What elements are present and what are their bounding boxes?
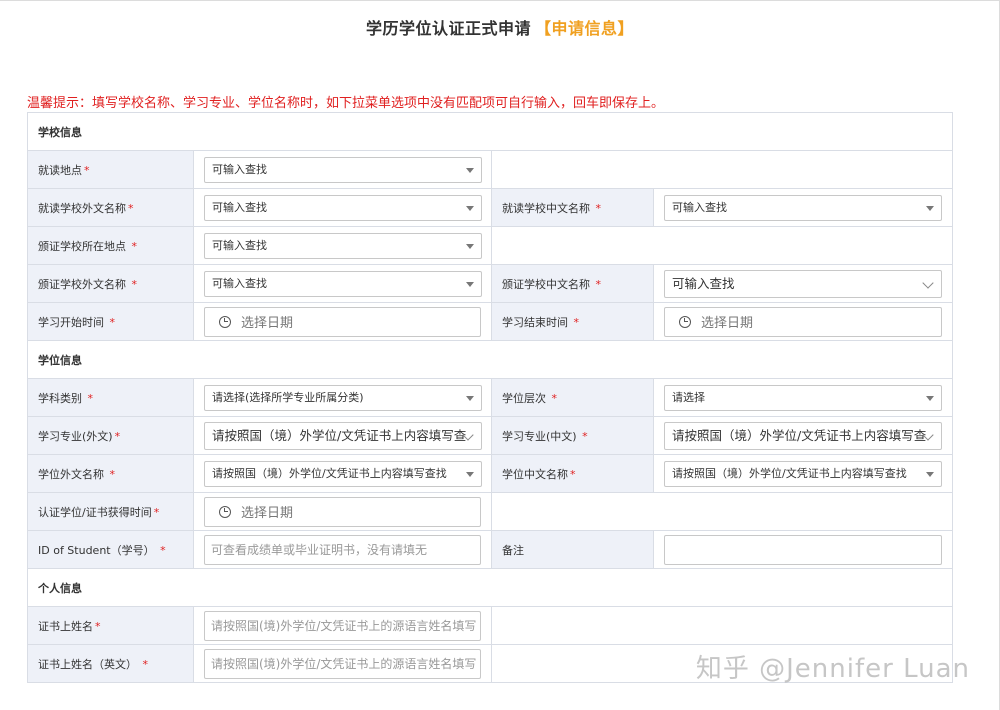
- dropdown-triangle-icon: [466, 167, 474, 173]
- cert-name-cell: 请按照国(境)外学位/文凭证书上的源语言姓名填写: [193, 606, 492, 645]
- study-start-date-picker[interactable]: 选择日期: [204, 306, 481, 337]
- form-row: ID of Student（学号） * 可查看成绩单或毕业证明书，没有请填无 备…: [27, 530, 953, 569]
- degree-level-label: 学位层次 *: [491, 378, 654, 417]
- issuing-school-foreign-name-cell: 可输入查找: [193, 264, 492, 303]
- major-chinese-select[interactable]: 请按照国（境）外学位/文凭证书上内容填写查: [664, 421, 942, 450]
- school-chinese-name-select[interactable]: 可输入查找: [664, 194, 942, 221]
- empty-cell: [491, 226, 953, 265]
- cert-name-en-input[interactable]: 请按照国(境)外学位/文凭证书上的源语言姓名填写: [204, 648, 481, 679]
- student-id-label: ID of Student（学号） *: [27, 530, 194, 569]
- dropdown-triangle-icon: [466, 471, 474, 477]
- study-end-date-picker[interactable]: 选择日期: [664, 306, 942, 337]
- section-row-school: 学校信息: [27, 112, 953, 151]
- degree-chinese-name-cell: 请按照国（境）外学位/文凭证书上内容填写查找: [653, 454, 953, 493]
- major-foreign-cell: 请按照国（境）外学位/文凭证书上内容填写查: [193, 416, 492, 455]
- issuing-school-chinese-name-select[interactable]: 可输入查找: [664, 269, 942, 298]
- degree-foreign-name-label: 学位外文名称 *: [27, 454, 194, 493]
- clock-icon: [219, 315, 231, 328]
- study-location-cell: 可输入查找: [193, 150, 492, 189]
- issuing-school-chinese-name-label: 颁证学校中文名称 *: [491, 264, 654, 303]
- subject-category-label: 学科类别 *: [27, 378, 194, 417]
- remarks-input[interactable]: [664, 534, 942, 565]
- issuing-school-foreign-name-label: 颁证学校外文名称 *: [27, 264, 194, 303]
- degree-foreign-name-cell: 请按照国（境）外学位/文凭证书上内容填写查找: [193, 454, 492, 493]
- cert-name-en-cell: 请按照国(境)外学位/文凭证书上的源语言姓名填写: [193, 644, 492, 683]
- remarks-label: 备注: [491, 530, 654, 569]
- dropdown-triangle-icon: [466, 395, 474, 401]
- section-title-degree: 学位信息: [27, 340, 953, 379]
- empty-cell: [491, 492, 953, 531]
- study-end-label: 学习结束时间 *: [491, 302, 654, 341]
- dropdown-triangle-icon: [466, 243, 474, 249]
- form-row: 就读地点 * 可输入查找: [27, 150, 953, 189]
- remarks-cell: [653, 530, 953, 569]
- major-foreign-label: 学习专业(外文) *: [27, 416, 194, 455]
- page-title-text: 学历学位认证正式申请: [365, 19, 531, 38]
- certificate-date-label: 认证学位/证书获得时间 *: [27, 492, 194, 531]
- cert-name-en-label: 证书上姓名（英文） *: [27, 644, 194, 683]
- school-chinese-name-cell: 可输入查找: [653, 188, 953, 227]
- section-row-personal: 个人信息: [27, 568, 953, 607]
- clock-icon: [219, 505, 231, 518]
- school-foreign-name-cell: 可输入查找: [193, 188, 492, 227]
- subject-category-select[interactable]: 请选择(选择所学专业所属分类): [204, 384, 482, 411]
- degree-chinese-name-label: 学位中文名称 *: [491, 454, 654, 493]
- degree-foreign-name-select[interactable]: 请按照国（境）外学位/文凭证书上内容填写查找: [204, 460, 482, 487]
- form-row: 颁证学校所在地点 * 可输入查找: [27, 226, 953, 265]
- study-location-select[interactable]: 可输入查找: [204, 156, 482, 183]
- cert-name-label: 证书上姓名 *: [27, 606, 194, 645]
- clock-icon: [679, 315, 691, 328]
- issuing-school-chinese-name-cell: 可输入查找: [653, 264, 953, 303]
- certificate-date-cell: 选择日期: [193, 492, 492, 531]
- issuing-school-location-select[interactable]: 可输入查找: [204, 232, 482, 259]
- certificate-date-picker[interactable]: 选择日期: [204, 496, 481, 527]
- student-id-cell: 可查看成绩单或毕业证明书，没有请填无: [193, 530, 492, 569]
- watermark: 知乎 @Jennifer Luan: [695, 654, 970, 684]
- issuing-school-location-cell: 可输入查找: [193, 226, 492, 265]
- dropdown-triangle-icon: [926, 205, 934, 211]
- section-row-degree: 学位信息: [27, 340, 953, 379]
- subject-category-cell: 请选择(选择所学专业所属分类): [193, 378, 492, 417]
- issuing-school-location-label: 颁证学校所在地点 *: [27, 226, 194, 265]
- empty-cell: [491, 150, 953, 189]
- form-row: 学位外文名称 * 请按照国（境）外学位/文凭证书上内容填写查找 学位中文名称 * …: [27, 454, 953, 493]
- page-title-tag: 【申请信息】: [535, 19, 635, 38]
- student-id-input[interactable]: 可查看成绩单或毕业证明书，没有请填无: [204, 534, 481, 565]
- form-row: 学习专业(外文) * 请按照国（境）外学位/文凭证书上内容填写查 学习专业(中文)…: [27, 416, 953, 455]
- form-row: 颁证学校外文名称 * 可输入查找 颁证学校中文名称 * 可输入查找: [27, 264, 953, 303]
- dropdown-triangle-icon: [926, 395, 934, 401]
- major-chinese-label: 学习专业(中文) *: [491, 416, 654, 455]
- page-title: 学历学位认证正式申请 【申请信息】: [0, 15, 1000, 39]
- issuing-school-foreign-name-select[interactable]: 可输入查找: [204, 270, 482, 297]
- degree-level-select[interactable]: 请选择: [664, 384, 942, 411]
- cert-name-input[interactable]: 请按照国(境)外学位/文凭证书上的源语言姓名填写: [204, 610, 481, 641]
- application-form: 学校信息 就读地点 * 可输入查找 就读学校外文名称 * 可输入查找 就读学校中文名…: [27, 112, 953, 683]
- degree-chinese-name-select[interactable]: 请按照国（境）外学位/文凭证书上内容填写查找: [664, 460, 942, 487]
- form-row: 学科类别 * 请选择(选择所学专业所属分类) 学位层次 * 请选择: [27, 378, 953, 417]
- school-chinese-name-label: 就读学校中文名称 *: [491, 188, 654, 227]
- section-title-personal: 个人信息: [27, 568, 953, 607]
- form-row: 认证学位/证书获得时间 * 选择日期: [27, 492, 953, 531]
- warm-tip: 温馨提示：填写学校名称、学习专业、学位名称时，如下拉菜单选项中没有匹配项可自行输…: [27, 96, 665, 111]
- study-end-cell: 选择日期: [653, 302, 953, 341]
- dropdown-triangle-icon: [926, 471, 934, 477]
- major-foreign-select[interactable]: 请按照国（境）外学位/文凭证书上内容填写查: [204, 421, 482, 450]
- dropdown-triangle-icon: [466, 281, 474, 287]
- school-foreign-name-select[interactable]: 可输入查找: [204, 194, 482, 221]
- major-chinese-cell: 请按照国（境）外学位/文凭证书上内容填写查: [653, 416, 953, 455]
- form-row: 就读学校外文名称 * 可输入查找 就读学校中文名称 * 可输入查找: [27, 188, 953, 227]
- dropdown-triangle-icon: [466, 205, 474, 211]
- degree-level-cell: 请选择: [653, 378, 953, 417]
- page-top-edge: [0, 0, 1000, 1]
- form-row: 证书上姓名 * 请按照国(境)外学位/文凭证书上的源语言姓名填写: [27, 606, 953, 645]
- section-title-school: 学校信息: [27, 112, 953, 151]
- chevron-down-icon: [922, 276, 934, 289]
- study-start-cell: 选择日期: [193, 302, 492, 341]
- study-start-label: 学习开始时间 *: [27, 302, 194, 341]
- empty-cell: [491, 606, 953, 645]
- form-row: 学习开始时间 * 选择日期 学习结束时间 * 选择日期: [27, 302, 953, 341]
- school-foreign-name-label: 就读学校外文名称 *: [27, 188, 194, 227]
- study-location-label: 就读地点 *: [27, 150, 194, 189]
